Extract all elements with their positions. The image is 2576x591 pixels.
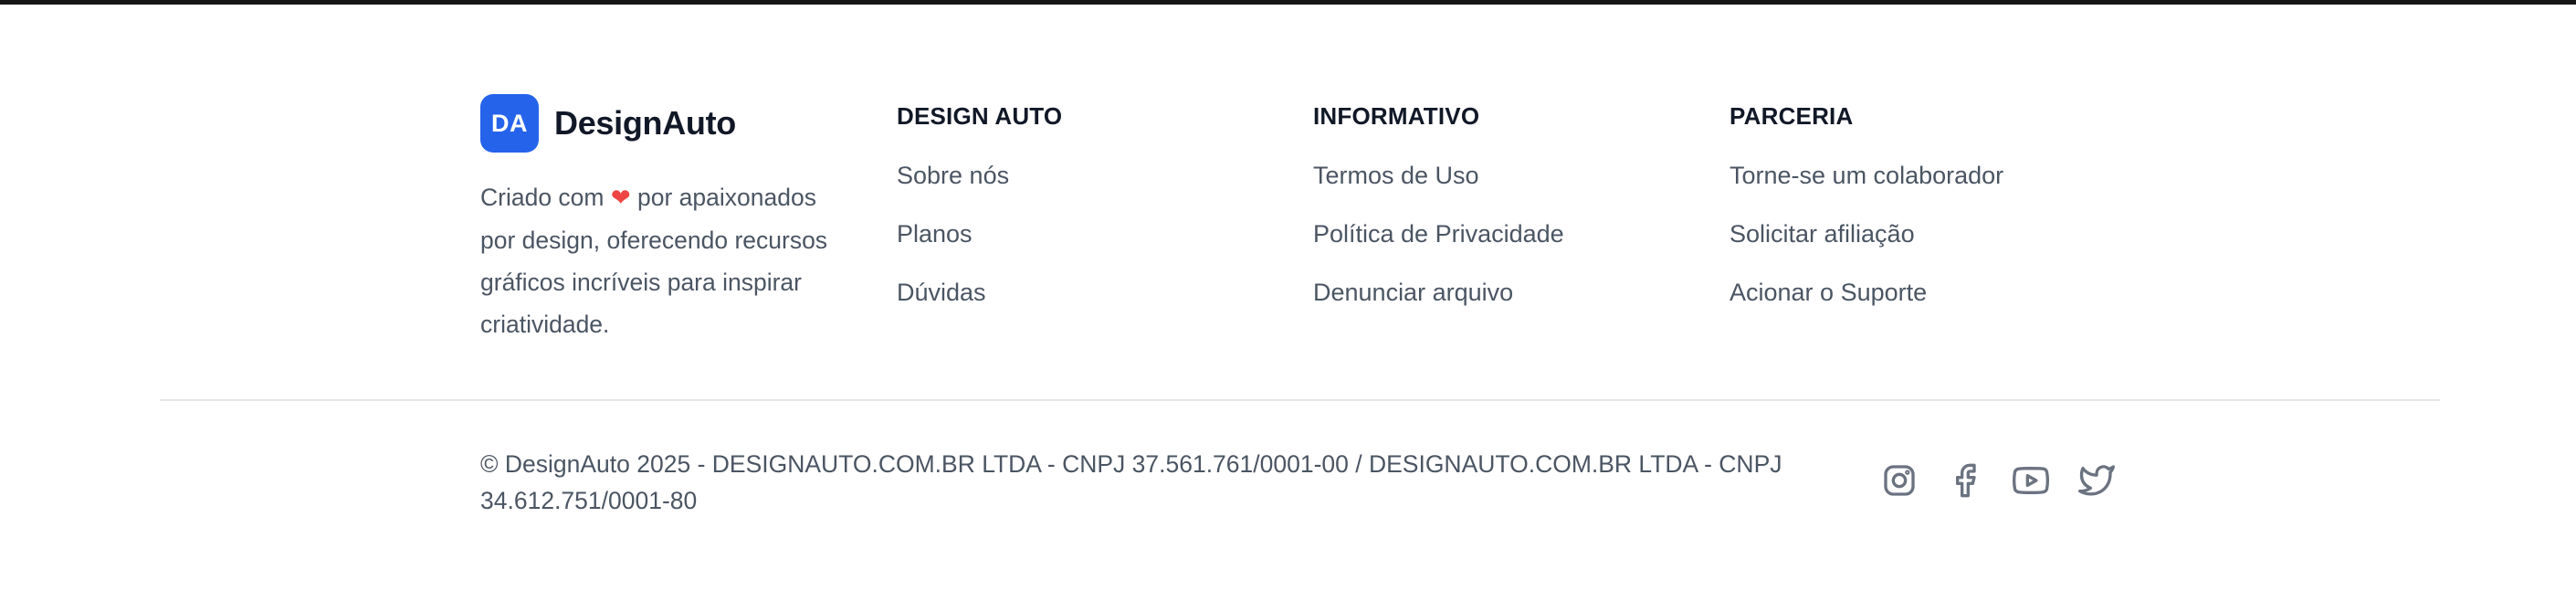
link-sobre-nos[interactable]: Sobre nós [897,162,1009,189]
brand-badge: DA [480,94,539,153]
link-list: Termos de Uso Política de Privacidade De… [1313,155,1697,331]
list-item: Termos de Uso [1313,155,1697,214]
column-title: PARCERIA [1730,102,1854,130]
youtube-icon[interactable] [2013,462,2049,499]
facebook-icon[interactable] [1947,462,1983,499]
list-item: Denunciar arquivo [1313,272,1697,331]
link-duvidas[interactable]: Dúvidas [897,279,986,306]
footer-column-informativo: INFORMATIVO Termos de Uso Política de Pr… [1313,93,1697,331]
list-item: Solicitar afiliação [1730,214,2113,272]
list-item: Planos [897,214,1280,272]
twitter-icon[interactable] [2078,462,2115,499]
link-solicitar-afiliacao[interactable]: Solicitar afiliação [1730,220,1915,248]
brand-logo[interactable]: DA DesignAuto [480,93,855,153]
footer-column-design-auto: DESIGN AUTO Sobre nós Planos Dúvidas [897,93,1280,331]
brand-description: Criado com ❤ por apaixonados por design,… [480,176,855,345]
brand-column: DA DesignAuto Criado com ❤ por apaixonad… [480,93,855,345]
column-title: INFORMATIVO [1313,102,1480,130]
top-border [0,0,2576,5]
link-list: Sobre nós Planos Dúvidas [897,155,1280,331]
list-item: Dúvidas [897,272,1280,331]
list-item: Sobre nós [897,155,1280,214]
brand-name: DesignAuto [554,104,736,142]
column-title: DESIGN AUTO [897,102,1063,130]
footer-divider [160,399,2440,401]
link-acionar-suporte[interactable]: Acionar o Suporte [1730,279,1927,306]
social-links [1881,462,2115,499]
link-torne-se-colaborador[interactable]: Torne-se um colaborador [1730,162,2003,189]
list-item: Acionar o Suporte [1730,272,2113,331]
link-denunciar-arquivo[interactable]: Denunciar arquivo [1313,279,1513,306]
footer-top: DA DesignAuto Criado com ❤ por apaixonad… [480,93,2124,349]
link-list: Torne-se um colaborador Solicitar afilia… [1730,155,2113,331]
copyright-text: © DesignAuto 2025 - DESIGNAUTO.COM.BR LT… [480,450,1782,514]
link-politica-de-privacidade[interactable]: Política de Privacidade [1313,220,1564,248]
list-item: Torne-se um colaborador [1730,155,2113,214]
list-item: Política de Privacidade [1313,214,1697,272]
link-termos-de-uso[interactable]: Termos de Uso [1313,162,1479,189]
footer-column-parceria: PARCERIA Torne-se um colaborador Solicit… [1730,93,2113,331]
link-planos[interactable]: Planos [897,220,973,248]
instagram-icon[interactable] [1881,462,1918,499]
heart-icon: ❤ [610,185,631,212]
brand-description-start: Criado com [480,184,611,211]
